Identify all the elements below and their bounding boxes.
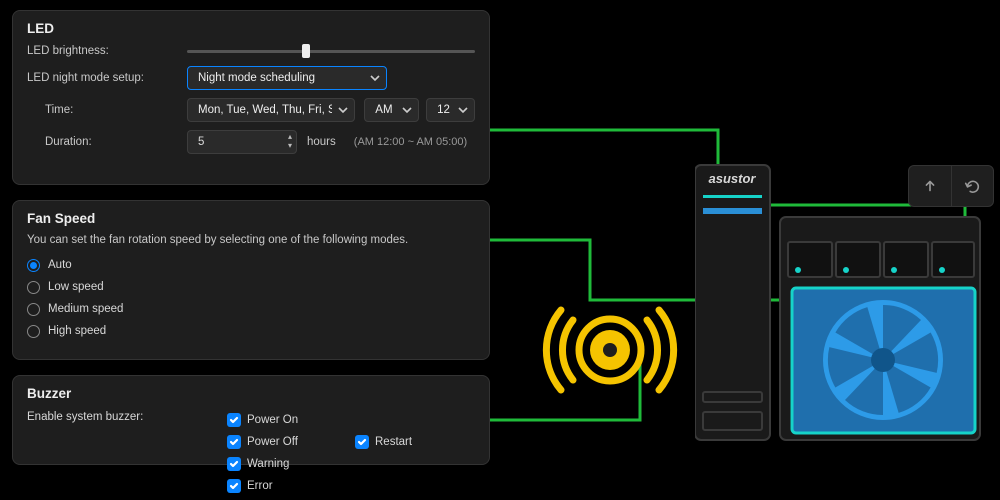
checkbox-checked-icon bbox=[227, 479, 241, 493]
led-time-label: Time: bbox=[27, 104, 187, 116]
led-duration-range: (AM 12:00 ~ AM 05:00) bbox=[354, 136, 467, 148]
fan-option-high[interactable]: High speed bbox=[27, 320, 475, 342]
radio-icon bbox=[27, 281, 40, 294]
fan-title: Fan Speed bbox=[27, 211, 475, 226]
buzzer-title: Buzzer bbox=[27, 386, 475, 401]
checkbox-checked-icon bbox=[355, 435, 369, 449]
fan-option-medium[interactable]: Medium speed bbox=[27, 298, 475, 320]
undo-button[interactable] bbox=[952, 166, 994, 206]
led-days-select[interactable]: Mon, Tue, Wed, Thu, Fri, Sat, Sun bbox=[187, 98, 355, 122]
buzzer-option-power-on[interactable]: Power On bbox=[227, 409, 337, 431]
checkbox-checked-icon bbox=[227, 457, 241, 471]
chevron-down-icon bbox=[370, 73, 380, 83]
fan-option-low[interactable]: Low speed bbox=[27, 276, 475, 298]
corner-toolbar bbox=[908, 165, 994, 207]
spinner-up-icon[interactable]: ▴ bbox=[288, 133, 292, 141]
led-brightness-slider[interactable] bbox=[187, 44, 475, 58]
led-duration-unit: hours bbox=[307, 136, 336, 148]
radio-icon bbox=[27, 259, 40, 272]
slider-thumb-icon[interactable] bbox=[302, 44, 310, 58]
spinner-down-icon[interactable]: ▾ bbox=[288, 142, 292, 150]
led-duration-spinner[interactable]: 5 ▴ ▾ bbox=[187, 130, 297, 154]
buzzer-option-restart[interactable]: Restart bbox=[355, 431, 425, 453]
fan-desc: You can set the fan rotation speed by se… bbox=[27, 234, 475, 246]
checkbox-checked-icon bbox=[227, 435, 241, 449]
chevron-down-icon bbox=[338, 105, 348, 115]
buzzer-option-warning[interactable]: Warning bbox=[227, 453, 337, 475]
led-duration-label: Duration: bbox=[27, 136, 187, 148]
chevron-down-icon bbox=[458, 105, 468, 115]
led-night-mode-select[interactable]: Night mode scheduling bbox=[187, 66, 387, 90]
chevron-down-icon bbox=[402, 105, 412, 115]
buzzer-option-error[interactable]: Error bbox=[227, 475, 337, 497]
checkbox-checked-icon bbox=[227, 413, 241, 427]
fan-option-auto[interactable]: Auto bbox=[27, 254, 475, 276]
buzzer-enable-label: Enable system buzzer: bbox=[27, 409, 227, 497]
led-ampm-select[interactable]: AM bbox=[364, 98, 418, 122]
radio-icon bbox=[27, 325, 40, 338]
led-night-mode-label: LED night mode setup: bbox=[27, 72, 187, 84]
up-button[interactable] bbox=[909, 166, 952, 206]
radio-icon bbox=[27, 303, 40, 316]
buzzer-panel: Buzzer Enable system buzzer: Power On Po… bbox=[12, 375, 490, 465]
led-panel: LED LED brightness: LED night mode setup… bbox=[12, 10, 490, 185]
led-hour-select[interactable]: 12 bbox=[426, 98, 475, 122]
device-brand-label: asustor bbox=[709, 171, 757, 186]
led-brightness-label: LED brightness: bbox=[27, 45, 187, 57]
led-title: LED bbox=[27, 21, 475, 36]
buzzer-option-power-off[interactable]: Power Off bbox=[227, 431, 337, 453]
buzzer-sound-icon bbox=[535, 280, 685, 420]
fan-speed-panel: Fan Speed You can set the fan rotation s… bbox=[12, 200, 490, 360]
